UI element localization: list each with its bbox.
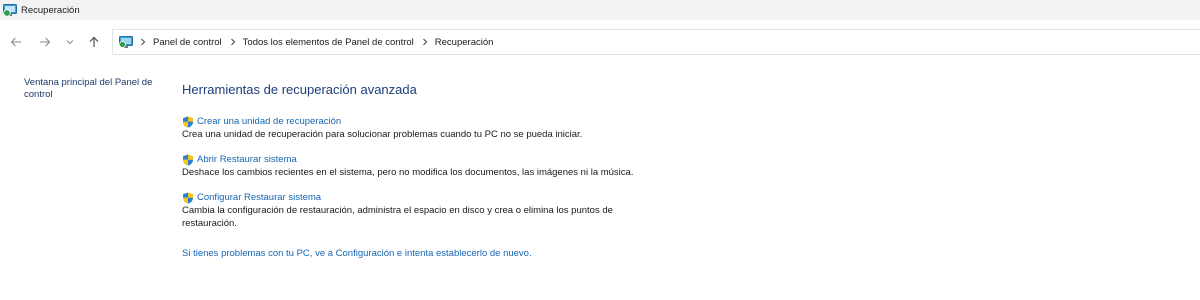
create-recovery-drive-label: Crear una unidad de recuperación	[197, 116, 342, 127]
recent-locations-button[interactable]	[62, 34, 78, 50]
open-system-restore-label: Abrir Restaurar sistema	[197, 154, 297, 165]
uac-shield-icon	[182, 116, 194, 128]
address-bar[interactable]: Panel de control Todos los elementos de …	[112, 29, 1200, 55]
chevron-down-icon	[66, 40, 74, 45]
title-bar: Recuperación	[0, 0, 1200, 20]
control-panel-icon	[119, 35, 134, 49]
arrow-up-icon	[89, 36, 99, 47]
open-system-restore-description: Deshace los cambios recientes en el sist…	[182, 167, 634, 178]
forward-button[interactable]	[37, 34, 53, 50]
uac-shield-icon	[182, 192, 194, 204]
breadcrumb-panel-de-control[interactable]: Panel de control	[153, 37, 222, 48]
breadcrumb-todos-los-elementos[interactable]: Todos los elementos de Panel de control	[243, 37, 414, 48]
create-recovery-drive-description: Crea una unidad de recuperación para sol…	[182, 129, 583, 140]
configure-system-restore-link[interactable]: Configurar Restaurar sistema	[182, 192, 642, 204]
sidebar: Ventana principal del Panel de control	[24, 77, 164, 101]
open-system-restore-link[interactable]: Abrir Restaurar sistema	[182, 154, 702, 166]
breadcrumb-separator-icon[interactable]	[230, 38, 236, 46]
arrow-right-icon	[40, 37, 51, 47]
navigation-bar: Panel de control Todos los elementos de …	[0, 28, 1200, 56]
settings-reset-link[interactable]: Si tienes problemas con tu PC, ve a Conf…	[182, 248, 532, 259]
configure-system-restore-label: Configurar Restaurar sistema	[197, 192, 322, 203]
main-content: Herramientas de recuperación avanzada Cr…	[182, 82, 1082, 259]
breadcrumb-recuperacion[interactable]: Recuperación	[435, 37, 494, 48]
control-panel-home-link[interactable]: Ventana principal del Panel de control	[24, 77, 164, 101]
configure-system-restore-description: Cambia la configuración de restauración,…	[182, 205, 613, 229]
page-heading: Herramientas de recuperación avanzada	[182, 82, 417, 97]
create-recovery-drive-link[interactable]: Crear una unidad de recuperación	[182, 116, 652, 128]
breadcrumb-separator-icon[interactable]	[422, 38, 428, 46]
up-button[interactable]	[86, 34, 102, 50]
task-create-recovery-drive: Crear una unidad de recuperación Crea un…	[182, 116, 652, 141]
control-panel-recovery-icon	[3, 3, 18, 17]
breadcrumb-separator-icon[interactable]	[140, 38, 146, 46]
task-configure-system-restore: Configurar Restaurar sistema Cambia la c…	[182, 192, 642, 230]
window-title: Recuperación	[21, 4, 80, 16]
arrow-left-icon	[10, 37, 21, 47]
back-button[interactable]	[8, 34, 24, 50]
uac-shield-icon	[182, 154, 194, 166]
task-open-system-restore: Abrir Restaurar sistema Deshace los camb…	[182, 154, 702, 179]
